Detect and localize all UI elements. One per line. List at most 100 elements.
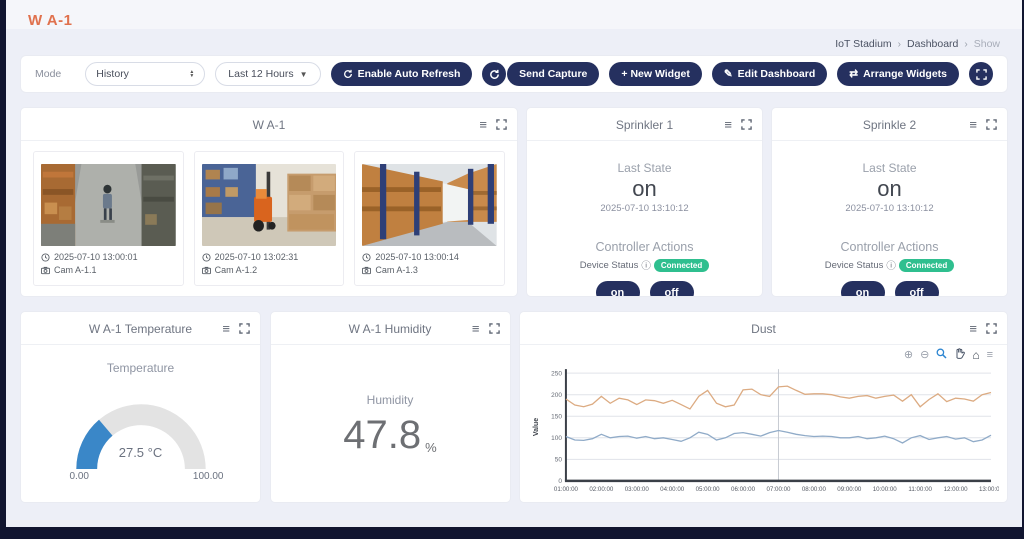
camera-icon [41,266,50,275]
camera-timestamp: 2025-07-10 13:02:31 [215,251,299,264]
new-widget-label: + New Widget [621,68,689,80]
breadcrumb-iot-stadium[interactable]: IoT Stadium [835,38,891,50]
device-status-label: Device Status [825,260,884,271]
widget-menu-icon[interactable]: ≡ [479,118,487,131]
widget-expand-icon[interactable] [741,119,752,130]
svg-text:Value: Value [533,418,540,436]
humidity-header: W A-1 Humidity ≡ [271,312,510,345]
chevron-right-icon: › [964,39,967,50]
pan-icon[interactable] [954,348,965,362]
svg-text:0: 0 [558,478,562,485]
svg-text:250: 250 [551,370,562,377]
on-button[interactable]: on [841,281,885,297]
svg-text:09:00:00: 09:00:00 [837,486,862,493]
updown-icon: ▲▼ [189,70,194,78]
off-button[interactable]: off [650,281,694,297]
edit-dashboard-button[interactable]: ✎ Edit Dashboard [712,62,827,86]
off-button[interactable]: off [895,281,939,297]
enable-auto-refresh-button[interactable]: Enable Auto Refresh [331,62,473,86]
zoom-in-icon[interactable]: ⊕ [904,350,913,361]
widget-expand-icon[interactable] [496,119,507,130]
camera-card[interactable]: 2025-07-10 13:00:14 Cam A-1.3 [354,151,505,286]
camera-widget: W A-1 ≡ [20,107,518,297]
gauge-max-label: 100.00 [193,471,224,482]
camera-widget-title: W A-1 [21,108,517,141]
controller-actions-label: Controller Actions [596,240,694,254]
widget-expand-icon[interactable] [986,119,997,130]
widget-menu-icon[interactable]: ≡ [724,118,732,131]
last-state-value: on [632,177,656,201]
breadcrumb-dashboard[interactable]: Dashboard [907,38,958,50]
enable-auto-refresh-label: Enable Auto Refresh [358,68,461,80]
gauge-value: 27.5 °C [46,445,236,460]
camera-card[interactable]: 2025-07-10 13:02:31 Cam A-1.2 [194,151,345,286]
chart-menu-icon[interactable]: ≡ [987,350,993,361]
info-icon: ⓘ [886,258,896,272]
svg-text:13:00:00: 13:00:00 [979,486,999,493]
widget-expand-icon[interactable] [986,323,997,334]
svg-text:04:00:00: 04:00:00 [660,486,685,493]
svg-text:200: 200 [551,392,562,399]
frame-left [0,0,6,539]
status-badge: Connected [654,259,709,272]
camera-image [362,164,497,246]
refresh-button[interactable] [482,62,506,86]
dust-line-chart[interactable]: 05010015020025001:00:0002:00:0003:00:000… [530,363,999,503]
page-title: W A-1 [28,12,1000,29]
camera-card[interactable]: 2025-07-10 13:00:01 Cam A-1.1 [33,151,184,286]
home-icon[interactable]: ⌂ [972,350,979,361]
camera-image [202,164,337,246]
svg-text:02:00:00: 02:00:00 [589,486,614,493]
camera-icon [202,266,211,275]
svg-text:12:00:00: 12:00:00 [944,486,969,493]
svg-text:07:00:00: 07:00:00 [766,486,791,493]
mode-select[interactable]: History ▲▼ [85,62,205,86]
widget-expand-icon[interactable] [489,323,500,334]
time-range-value: Last 12 Hours [228,68,293,80]
dashboard-toolbar: Mode History ▲▼ Last 12 Hours ▼ Enable A… [20,55,1008,93]
box-zoom-icon[interactable] [936,348,947,362]
clock-icon [202,253,211,262]
dust-widget: Dust ≡ ⊕ ⊖ ⌂ ≡ 05010015020025 [519,311,1008,503]
svg-text:03:00:00: 03:00:00 [625,486,650,493]
arrange-widgets-button[interactable]: ⇄ Arrange Widgets [837,62,959,86]
temperature-widget: W A-1 Temperature ≡ Temperature 27.5 °C [20,311,261,503]
gauge-min-label: 0.00 [70,471,89,482]
frame-bottom [0,527,1024,539]
send-capture-button[interactable]: Send Capture [507,62,599,86]
last-state-timestamp: 2025-07-10 13:10:12 [845,203,933,214]
last-state-label: Last State [862,161,916,175]
fullscreen-button[interactable] [969,62,993,86]
send-capture-label: Send Capture [519,68,587,80]
arrange-widgets-label: Arrange Widgets [863,68,947,80]
breadcrumb-show: Show [974,38,1000,50]
last-state-timestamp: 2025-07-10 13:10:12 [600,203,688,214]
device-status-label: Device Status [580,260,639,271]
svg-text:100: 100 [551,435,562,442]
widget-expand-icon[interactable] [239,323,250,334]
zoom-out-icon[interactable]: ⊖ [920,350,929,361]
info-icon: ⓘ [641,258,651,272]
camera-name: Cam A-1.1 [54,264,97,277]
last-state-label: Last State [617,161,671,175]
svg-text:06:00:00: 06:00:00 [731,486,756,493]
camera-widget-header: W A-1 ≡ [21,108,517,141]
camera-name: Cam A-1.3 [375,264,418,277]
widget-menu-icon[interactable]: ≡ [969,118,977,131]
refresh-icon [343,69,353,79]
new-widget-button[interactable]: + New Widget [609,62,701,86]
svg-text:05:00:00: 05:00:00 [696,486,721,493]
page-header: W A-1 [6,0,1022,29]
widget-menu-icon[interactable]: ≡ [472,322,480,335]
svg-text:11:00:00: 11:00:00 [908,486,932,493]
last-state-value: on [877,177,901,201]
time-range-select[interactable]: Last 12 Hours ▼ [215,62,320,86]
humidity-widget: W A-1 Humidity ≡ Humidity 47.8 % [270,311,511,503]
widget-menu-icon[interactable]: ≡ [222,322,230,335]
on-button[interactable]: on [596,281,640,297]
widget-menu-icon[interactable]: ≡ [969,322,977,335]
camera-timestamp: 2025-07-10 13:00:01 [54,251,138,264]
sprinkler2-header: Sprinkle 2 ≡ [772,108,1007,141]
sprinkler2-widget: Sprinkle 2 ≡ Last State on 2025-07-10 13… [771,107,1008,297]
svg-text:150: 150 [551,414,562,421]
